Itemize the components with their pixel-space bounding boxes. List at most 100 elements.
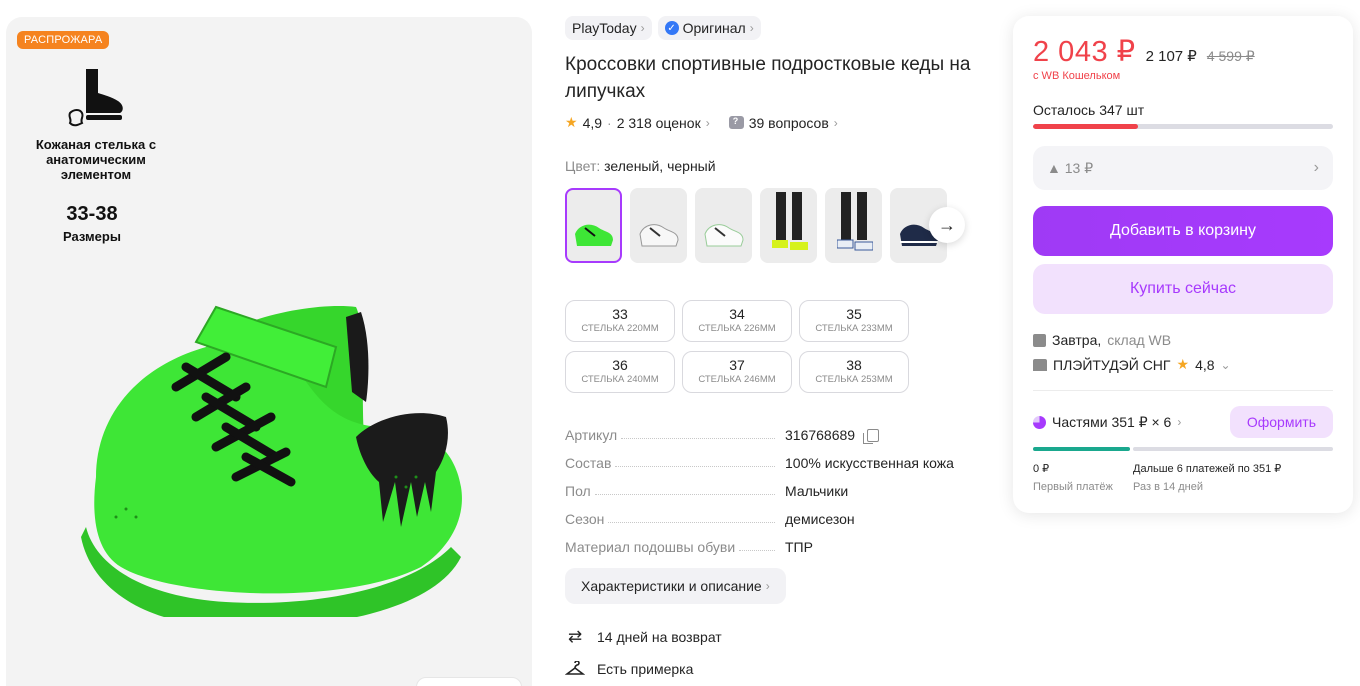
legs-blue-thumb-icon bbox=[837, 192, 873, 251]
product-title: Кроссовки спортивные подростковые кеды н… bbox=[565, 54, 971, 102]
separator-dot: · bbox=[607, 114, 612, 131]
size-option-33[interactable]: 33 СТЕЛЬКА 220ММ bbox=[565, 300, 675, 342]
return-arrows-icon: ⇄ bbox=[567, 627, 583, 646]
color-label-key: Цвет: bbox=[565, 158, 601, 174]
spec-row-gender: Пол Мальчики bbox=[565, 477, 985, 505]
arrow-right-icon: → bbox=[938, 214, 956, 235]
chevron-right-icon: › bbox=[1177, 415, 1182, 429]
seller-rating: 4,8 bbox=[1195, 356, 1215, 373]
rating-row: ★ 4,9 · 2 318 оценок › 39 вопросов › bbox=[565, 114, 838, 131]
arrange-installments-button[interactable]: Оформить bbox=[1229, 406, 1333, 438]
size-number: 38 bbox=[846, 357, 862, 373]
swatch-green[interactable] bbox=[565, 188, 622, 263]
installments-label: Частями 351 ₽ × 6 bbox=[1052, 413, 1172, 430]
current-price: 2 043 ₽ bbox=[1033, 36, 1136, 68]
spec-key: Артикул bbox=[565, 427, 622, 443]
chevron-right-icon: › bbox=[1313, 159, 1319, 176]
copy-icon[interactable] bbox=[863, 428, 880, 444]
boot-icon bbox=[68, 69, 123, 127]
seller-info[interactable]: ПЛЭЙТУДЭЙ СНГ ★ 4,8 ⌄ bbox=[1033, 356, 1231, 373]
main-product-image[interactable]: РАСПРОЖАРА Кожаная стелька с анатомическ… bbox=[6, 17, 532, 686]
price-history-button[interactable]: ▲ 13 ₽ › bbox=[1033, 146, 1333, 190]
seller-name: ПЛЭЙТУДЭЙ СНГ bbox=[1053, 356, 1171, 373]
box-icon bbox=[1033, 333, 1046, 347]
feature-text: Кожаная стелька с анатомическим элементо… bbox=[35, 137, 157, 182]
size-option-38[interactable]: 38 СТЕЛЬКА 253ММ bbox=[799, 351, 909, 393]
fitting-text: Есть примерка bbox=[597, 661, 694, 677]
buy-now-button[interactable]: Купить сейчас bbox=[1033, 264, 1333, 314]
installments-link[interactable]: Частями 351 ₽ × 6 › bbox=[1033, 414, 1181, 431]
delivery-info: Завтра, склад WB bbox=[1033, 332, 1171, 348]
reviews-link[interactable]: 2 318 оценок bbox=[617, 115, 701, 131]
add-to-cart-button[interactable]: Добавить в корзину bbox=[1033, 206, 1333, 256]
brand-row: PlayToday › ✓ Оригинал › bbox=[565, 16, 761, 40]
product-page: РАСПРОЖАРА Кожаная стелька с анатомическ… bbox=[0, 0, 1360, 686]
swatch-white-black[interactable] bbox=[630, 188, 687, 263]
first-payment-segment bbox=[1033, 447, 1130, 451]
wallet-note: с WB Кошельком bbox=[1033, 70, 1121, 82]
original-badge[interactable]: ✓ Оригинал › bbox=[657, 16, 761, 40]
star-icon: ★ bbox=[565, 114, 578, 130]
swatch-blue-legs[interactable] bbox=[825, 188, 882, 263]
size-selector: 33 СТЕЛЬКА 220ММ 34 СТЕЛЬКА 226ММ 35 СТЕ… bbox=[565, 300, 909, 393]
white-green-shoe-thumb-icon bbox=[704, 224, 744, 247]
green-shoe-thumb-icon bbox=[575, 224, 613, 246]
color-label: Цвет: зеленый, черный bbox=[565, 158, 716, 174]
installments-row: Частями 351 ₽ × 6 › Оформить bbox=[1033, 406, 1333, 438]
pie-chart-icon bbox=[1033, 415, 1046, 429]
arrange-label: Оформить bbox=[1246, 414, 1316, 430]
next-payments-value: Дальше 6 платежей по 351 ₽ bbox=[1133, 463, 1282, 475]
size-insole: СТЕЛЬКА 226ММ bbox=[698, 323, 776, 334]
chevron-down-icon: ⌄ bbox=[1220, 357, 1231, 372]
questions-link[interactable]: 39 вопросов bbox=[749, 115, 829, 131]
specs-table: Артикул 316768689 Состав 100% искусствен… bbox=[565, 421, 985, 561]
fitting-info: Есть примерка bbox=[565, 659, 693, 679]
spec-row-sole-material: Материал подошвы обуви ТПР bbox=[565, 533, 985, 561]
size-option-34[interactable]: 34 СТЕЛЬКА 226ММ bbox=[682, 300, 792, 342]
swatch-yellow-legs[interactable] bbox=[760, 188, 817, 263]
size-number: 35 bbox=[846, 306, 862, 322]
color-swatches bbox=[565, 188, 947, 263]
stock-progress-bar bbox=[1033, 124, 1333, 129]
size-insole: СТЕЛЬКА 233ММ bbox=[815, 323, 893, 334]
add-to-cart-label: Добавить в корзину bbox=[1109, 222, 1256, 239]
questions-icon bbox=[728, 116, 744, 129]
price-delta: ▲ 13 ₽ bbox=[1047, 159, 1094, 176]
size-option-37[interactable]: 37 СТЕЛЬКА 246ММ bbox=[682, 351, 792, 393]
swatch-white-green[interactable] bbox=[695, 188, 752, 263]
characteristics-button[interactable]: Характеристики и описание › bbox=[565, 568, 786, 604]
buy-now-label: Купить сейчас bbox=[1129, 280, 1237, 297]
image-thumbnail-tab[interactable] bbox=[416, 677, 522, 686]
spec-value: Мальчики bbox=[785, 483, 849, 499]
return-text: 14 дней на возврат bbox=[597, 629, 722, 645]
spec-key: Сезон bbox=[565, 511, 609, 527]
size-number: 36 bbox=[612, 357, 628, 373]
price-row: 2 043 ₽ 2 107 ₽ 4 599 ₽ bbox=[1033, 34, 1255, 69]
spec-value: ТПР bbox=[785, 539, 813, 555]
spec-value: демисезон bbox=[785, 511, 855, 527]
spec-row-composition: Состав 100% искусственная кожа bbox=[565, 449, 985, 477]
price-card: 2 043 ₽ 2 107 ₽ 4 599 ₽ с WB Кошельком О… bbox=[1013, 16, 1353, 513]
spec-row-season: Сезон демисезон bbox=[565, 505, 985, 533]
size-option-35[interactable]: 35 СТЕЛЬКА 233ММ bbox=[799, 300, 909, 342]
divider bbox=[1033, 390, 1333, 391]
star-icon: ★ bbox=[1176, 356, 1190, 372]
next-payments-label: Раз в 14 дней bbox=[1133, 481, 1204, 493]
stock-remaining: Осталось 347 шт bbox=[1033, 102, 1145, 118]
sizes-range: 33-38 bbox=[66, 203, 118, 225]
warehouse: склад WB bbox=[1107, 332, 1172, 348]
brand-link[interactable]: PlayToday › bbox=[565, 16, 652, 40]
old-price: 4 599 ₽ bbox=[1206, 48, 1255, 64]
installments-progress bbox=[1033, 447, 1333, 451]
spec-row-article: Артикул 316768689 bbox=[565, 421, 985, 449]
delivery-day: Завтра, bbox=[1052, 332, 1102, 348]
first-payment-value: 0 ₽ bbox=[1033, 463, 1050, 475]
chevron-right-icon: › bbox=[749, 21, 754, 35]
price-without-wallet: 2 107 ₽ bbox=[1145, 48, 1197, 65]
characteristics-label: Характеристики и описание bbox=[581, 578, 762, 594]
size-number: 37 bbox=[729, 357, 745, 373]
spec-key: Материал подошвы обуви bbox=[565, 539, 740, 555]
size-insole: СТЕЛЬКА 246ММ bbox=[698, 374, 776, 385]
swatches-next-button[interactable]: → bbox=[929, 207, 965, 243]
size-option-36[interactable]: 36 СТЕЛЬКА 240ММ bbox=[565, 351, 675, 393]
